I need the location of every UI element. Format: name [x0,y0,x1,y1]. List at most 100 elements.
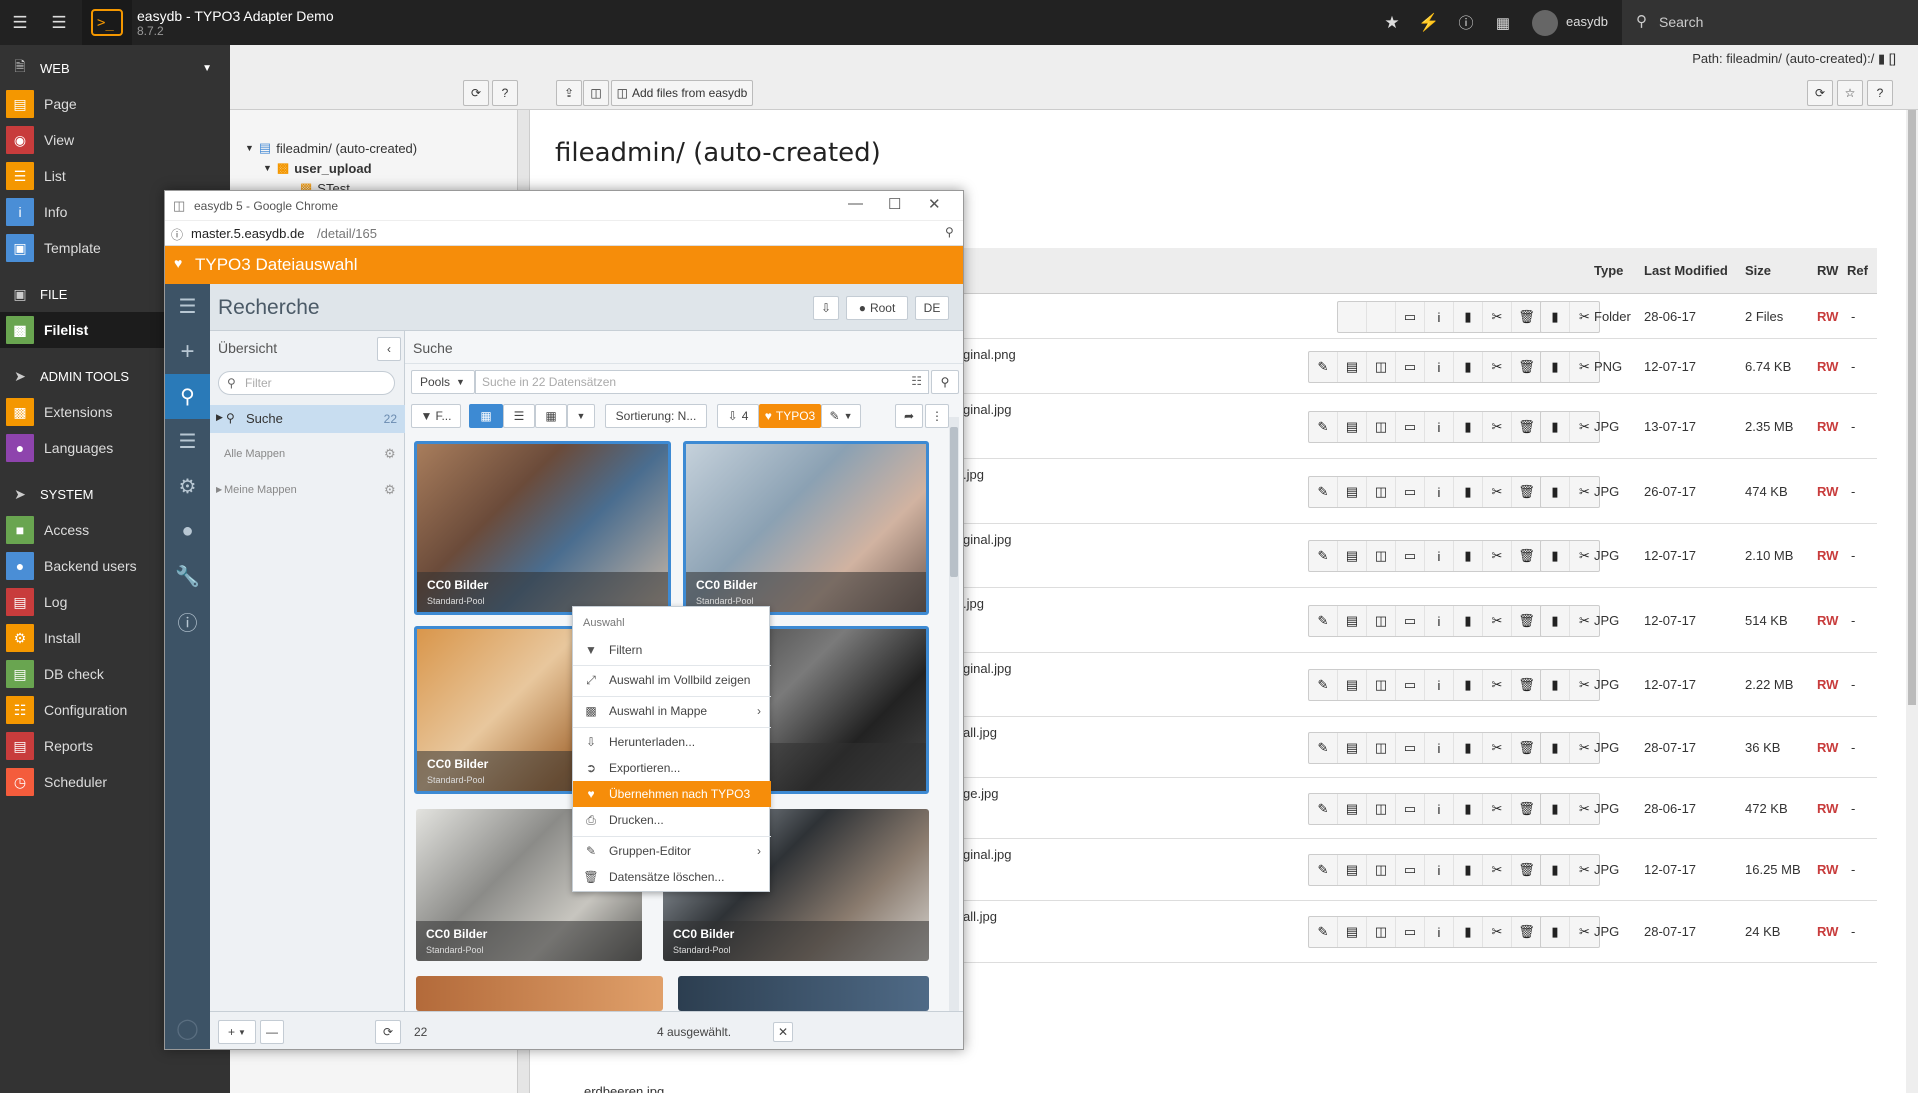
replace-file-icon[interactable]: ◫ [1367,670,1396,700]
pencil-icon[interactable]: ✎ [1309,733,1338,763]
bookmark-button[interactable]: ☆ [1837,80,1863,106]
cut-icon[interactable]: ✂ [1483,855,1512,885]
metadata-icon[interactable]: ▤ [1338,541,1367,571]
trash-icon[interactable]: 🗑 [1512,606,1541,636]
copy-icon[interactable]: ▮ [1454,541,1483,571]
replace-file-icon[interactable]: ◫ [1367,352,1396,382]
cut-icon[interactable]: ✂ [1483,477,1512,507]
upload-button[interactable]: ⇪ [556,80,582,106]
clipboard-icon[interactable]: ▮ [1541,917,1570,947]
add-dropdown-button[interactable]: + ▼ [218,1020,256,1044]
results-scrollbar[interactable] [949,417,959,1011]
metadata-icon[interactable]: ▤ [1338,670,1367,700]
replace-file-icon[interactable]: ◫ [1367,855,1396,885]
info-icon[interactable]: i [1425,606,1454,636]
filter-button[interactable]: ▼ F... [411,404,461,428]
info-icon[interactable]: i [1425,794,1454,824]
root-button[interactable]: ● Root [846,296,908,320]
module-group-web[interactable]: 🗎 WEB ▼ [0,50,230,86]
trash-icon[interactable]: 🗑 [1512,917,1541,947]
view-options-button[interactable]: ▼ [567,404,595,428]
download-button[interactable]: ⇩ [813,296,839,320]
replace-file-icon[interactable]: ◫ [1367,794,1396,824]
collapse-sidebar-button[interactable]: ‹ [377,337,401,361]
cut-icon[interactable]: ✂ [1483,794,1512,824]
cut-icon[interactable]: ✂ [1483,541,1512,571]
cut-icon[interactable]: ✂ [1483,412,1512,442]
replace-file-icon[interactable]: ◫ [1367,606,1396,636]
clear-selection-button[interactable]: ✕ [773,1022,793,1042]
pencil-icon[interactable]: ✎ [1309,541,1338,571]
filter-input[interactable]: ⚲ Filter [218,371,395,395]
file-name[interactable]: erdbeeren.jpg [584,1084,664,1093]
metadata-icon[interactable]: ▤ [1338,733,1367,763]
copy-icon[interactable]: ▮ [1454,794,1483,824]
clipboard-icon[interactable]: ▮ [1541,794,1570,824]
add-files-from-easydb-button[interactable]: ◫ Add files from easydb [611,80,753,106]
download-selection-button[interactable]: ⇩ 4 [717,404,759,428]
pencil-icon[interactable]: ✎ [1309,917,1338,947]
clipboard-icon[interactable]: ▮ [1878,51,1885,66]
info-icon[interactable]: ⓘ [165,599,210,644]
all-folders-label[interactable]: Alle Mappen [224,448,285,460]
trash-icon[interactable]: 🗑 [1512,412,1541,442]
replace-file-icon[interactable]: ◫ [1367,733,1396,763]
rename-icon[interactable]: ▭ [1396,794,1425,824]
hamburger-menu-icon[interactable]: ☰ [5,0,35,45]
global-search[interactable]: ⚲ Search [1622,0,1918,45]
module-view[interactable]: ◉ View [0,122,230,158]
column-header-size[interactable]: Size [1745,263,1771,278]
rename-icon[interactable]: ▭ [1396,855,1425,885]
metadata-icon[interactable]: ▤ [1338,477,1367,507]
rename-icon[interactable]: ▭ [1396,733,1425,763]
key-icon[interactable]: ⚲ [945,225,954,239]
column-header-ref[interactable]: Ref [1847,263,1868,278]
menu-item-group-editor[interactable]: ✎ Gruppen-Editor › [573,838,771,864]
copy-icon[interactable]: ▮ [1454,670,1483,700]
users-icon[interactable]: ● [165,509,210,554]
pencil-icon[interactable]: ✎ [1309,670,1338,700]
cut-icon[interactable]: ✂ [1483,670,1512,700]
file-name[interactable]: ginal.jpg [963,661,1011,676]
rename-icon[interactable]: ▭ [1396,412,1425,442]
help-button[interactable]: ? [1867,80,1893,106]
clipboard-icon[interactable]: ▮ [1541,541,1570,571]
address-bar[interactable]: ⓘ master.5.easydb.de /detail/165 ⚲ [165,221,963,246]
metadata-icon[interactable]: ▤ [1338,855,1367,885]
file-name[interactable]: all.jpg [963,725,997,740]
grid-view-button[interactable]: ▦ [469,404,503,428]
file-name[interactable]: .jpg [963,596,984,611]
rename-icon[interactable]: ▭ [1396,606,1425,636]
copy-icon[interactable]: ▮ [1454,733,1483,763]
replace-file-icon[interactable]: ◫ [1367,541,1396,571]
refresh-tree-button[interactable]: ⟳ [463,80,489,106]
typo3-logo[interactable]: >_ [82,0,132,45]
copy-icon[interactable]: ▮ [1454,477,1483,507]
close-icon[interactable]: ✕ [928,195,941,213]
replace-file-icon[interactable]: ◫ [1367,412,1396,442]
bolt-icon[interactable]: ⚡ [1414,0,1444,45]
copy-icon[interactable]: ▮ [1454,917,1483,947]
gear-icon[interactable]: ⚙ [384,446,396,462]
pools-dropdown[interactable]: Pools ▼ [411,370,475,394]
sliders-icon[interactable]: ☷ [911,374,922,388]
trash-icon[interactable]: 🗑 [1512,302,1541,332]
list-toggle-icon[interactable]: ☰ [44,0,74,45]
clipboard-icon[interactable]: ▮ [1541,477,1570,507]
copy-icon[interactable]: ▮ [1454,352,1483,382]
search-button[interactable]: ⚲ [931,370,959,394]
metadata-icon[interactable]: ▤ [1338,917,1367,947]
file-name[interactable]: ge.jpg [963,786,998,801]
list-view-button[interactable]: ☰ [503,404,535,428]
info-icon[interactable]: i [1425,541,1454,571]
clipboard-icon[interactable]: ▮ [1541,670,1570,700]
typo3-transfer-button[interactable]: ♥ TYPO3 [759,404,821,428]
menu-item-filter[interactable]: ▼ Filtern [573,637,771,663]
copy-icon[interactable]: ▮ [1454,302,1483,332]
trash-icon[interactable]: 🗑 [1512,855,1541,885]
file-name[interactable]: ginal.jpg [963,402,1011,417]
column-header-rw[interactable]: RW [1817,263,1838,278]
reload-button[interactable]: ⟳ [1807,80,1833,106]
wrench-icon[interactable]: 🔧 [165,554,210,599]
tree-help-button[interactable]: ? [492,80,518,106]
